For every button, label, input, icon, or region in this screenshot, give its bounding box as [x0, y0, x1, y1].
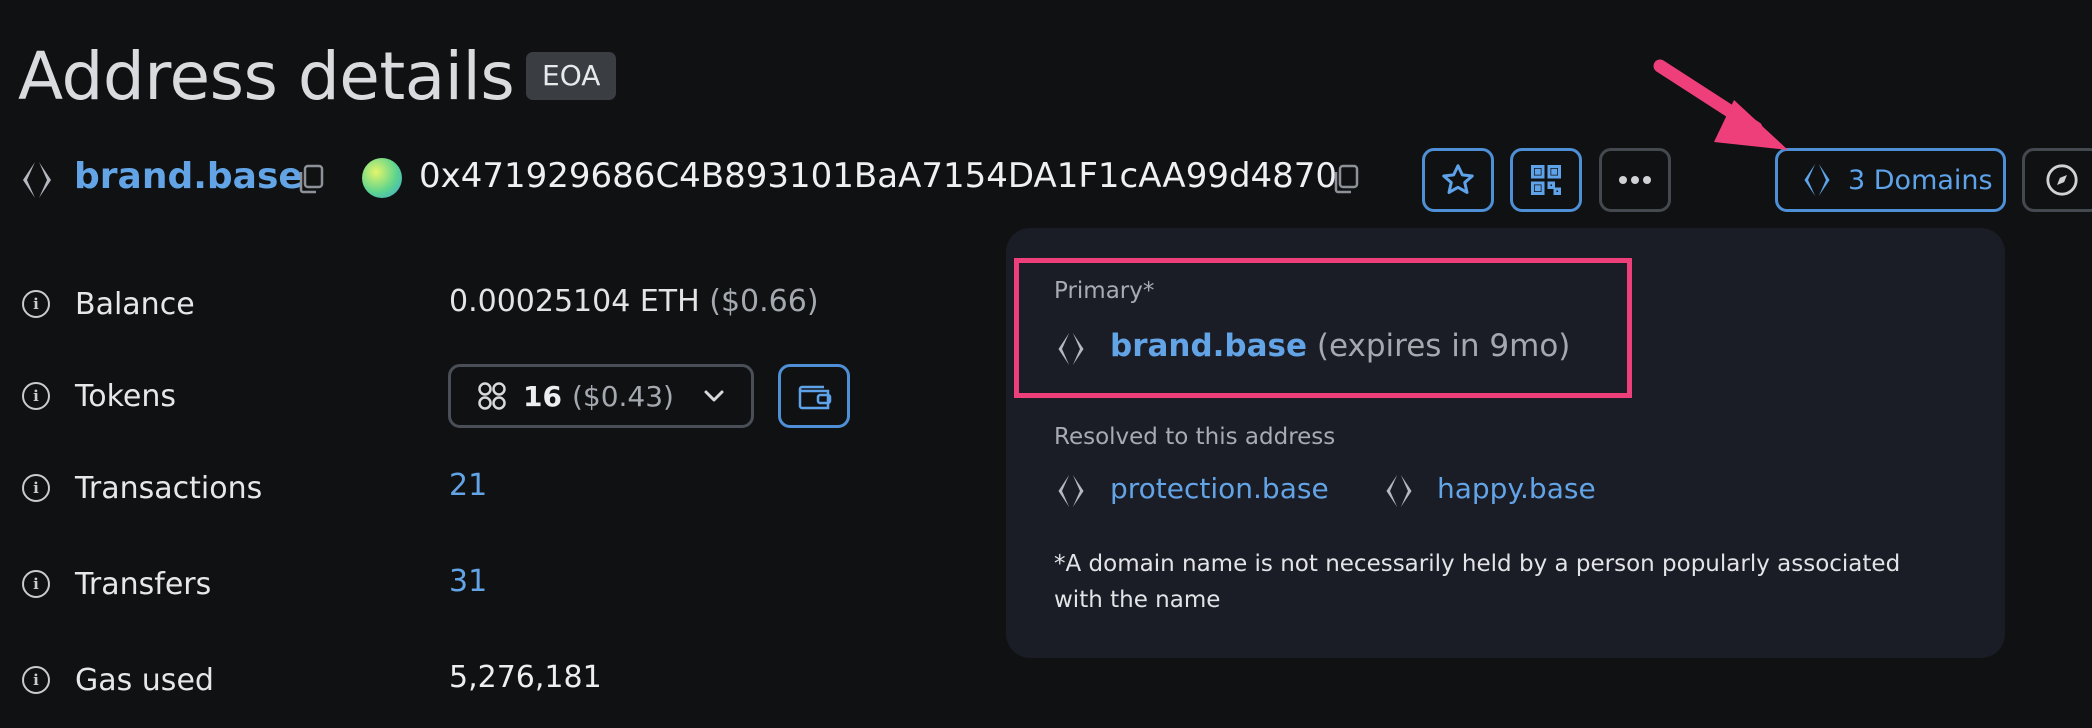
explorer-button[interactable]: [2022, 148, 2092, 212]
qr-code-button[interactable]: [1510, 148, 1582, 212]
footnote: *A domain name is not necessarily held b…: [1054, 551, 1901, 613]
chevron-down-icon: [704, 390, 724, 402]
domains-button[interactable]: 3 Domains: [1775, 148, 2006, 212]
eoa-badge: EOA: [526, 52, 617, 100]
copy-icon[interactable]: [298, 164, 324, 198]
balance-value: 0.00025104 ETH ($0.66): [449, 284, 819, 319]
transfers-label: Transfers: [75, 566, 212, 602]
tokens-grid-icon: [478, 382, 506, 410]
tokens-label: Tokens: [75, 378, 176, 414]
ens-logo-icon: [1054, 330, 1088, 372]
transactions-link[interactable]: 21: [449, 468, 487, 503]
detail-row-balance: i Balance: [22, 282, 195, 326]
more-dots-icon: [1619, 176, 1651, 184]
star-icon: [1442, 164, 1474, 194]
detail-row-tokens: i Tokens: [22, 374, 176, 418]
gas-used-value: 5,276,181: [449, 660, 602, 695]
ens-logo-icon: [18, 160, 56, 200]
transactions-label: Transactions: [75, 470, 263, 506]
ens-logo-icon: [1804, 163, 1830, 197]
transfers-link[interactable]: 31: [449, 564, 487, 599]
ens-name-link[interactable]: brand.base: [74, 156, 303, 197]
wallet-button[interactable]: [778, 364, 850, 428]
tokens-dropdown[interactable]: 16 ($0.43): [448, 364, 754, 428]
info-icon: i: [22, 474, 50, 502]
star-button[interactable]: [1422, 148, 1494, 212]
primary-domain: brand.base (expires in 9mo): [1110, 328, 1570, 364]
info-icon: i: [22, 290, 50, 318]
ens-logo-icon: [1382, 472, 1416, 514]
compass-icon: [2046, 164, 2078, 196]
ens-logo-icon: [1054, 472, 1088, 514]
primary-domain-link[interactable]: brand.base: [1110, 328, 1307, 364]
detail-row-transfers: i Transfers: [22, 562, 211, 606]
domains-button-label: 3 Domains: [1848, 164, 1993, 196]
resolved-domain-link[interactable]: protection.base: [1110, 472, 1329, 505]
address-hash: 0x471929686C4B893101BaA7154DA1F1cAA99d48…: [419, 156, 1338, 196]
copy-icon[interactable]: [1333, 164, 1359, 198]
primary-label: Primary*: [1054, 278, 1155, 304]
detail-row-transactions: i Transactions: [22, 466, 262, 510]
gas-used-label: Gas used: [75, 662, 214, 698]
info-icon: i: [22, 666, 50, 694]
primary-expiry: (expires in 9mo): [1316, 328, 1571, 364]
qr-code-icon: [1531, 165, 1561, 195]
info-icon: i: [22, 382, 50, 410]
more-button[interactable]: [1599, 148, 1671, 212]
resolved-label: Resolved to this address: [1054, 424, 1336, 450]
detail-row-gas-used: i Gas used: [22, 658, 214, 702]
avatar-gradient: [362, 158, 402, 198]
annotation-arrow: [1653, 59, 1788, 150]
domains-popover: Primary* brand.base (expires in 9mo) Res…: [1006, 228, 2005, 658]
wallet-icon: [798, 385, 832, 410]
info-icon: i: [22, 570, 50, 598]
balance-label: Balance: [75, 286, 195, 322]
page-title: Address details: [18, 38, 515, 115]
resolved-domain-link[interactable]: happy.base: [1437, 472, 1596, 505]
